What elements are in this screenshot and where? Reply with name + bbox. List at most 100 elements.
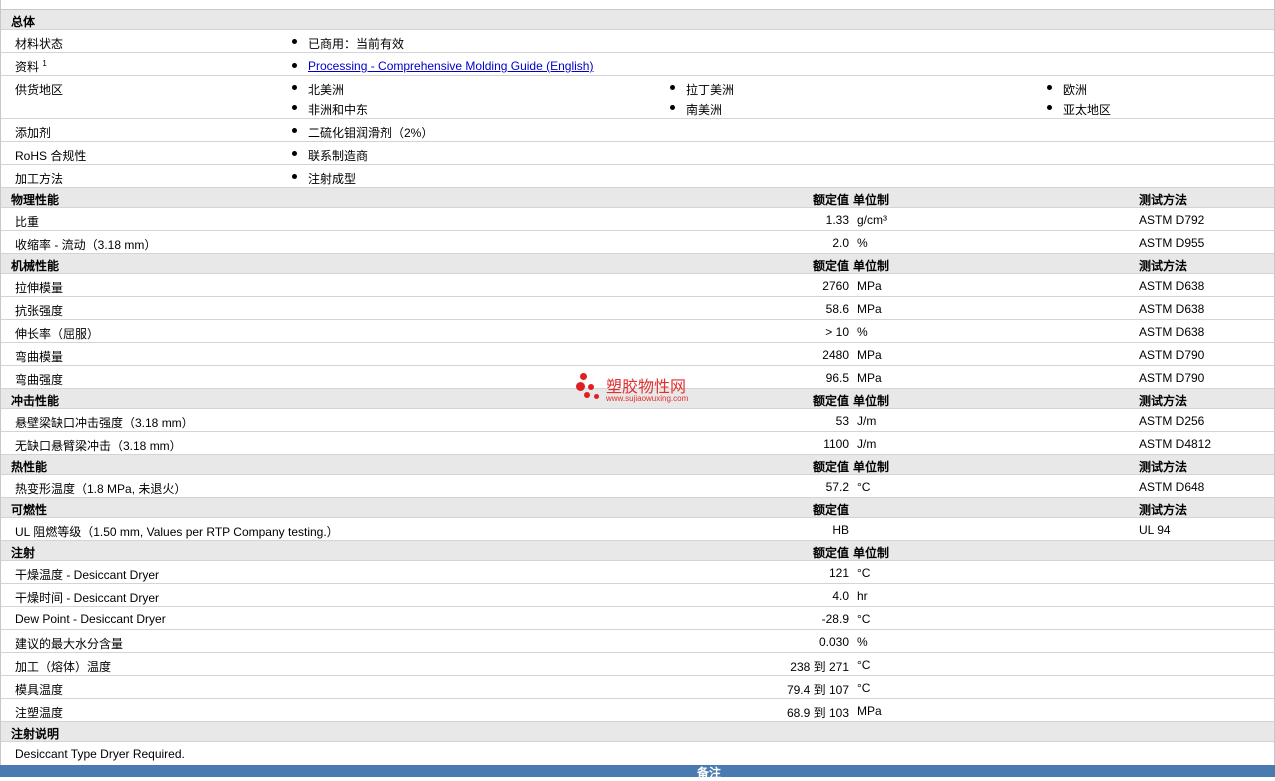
property-value: 1100 (823, 437, 849, 451)
section-flammability-header: 可燃性 额定值 测试方法 (1, 498, 1274, 518)
property-label: 拉伸模量 (15, 281, 64, 295)
property-label: UL 阻燃等级（1.50 mm, Values per RTP Company … (15, 525, 339, 539)
property-row: 悬壁梁缺口冲击强度（3.18 mm） 53 J/m ASTM D256 (1, 409, 1274, 432)
property-label: 热变形温度（1.8 MPa, 未退火） (15, 482, 187, 496)
logo-dot-icon (576, 382, 585, 391)
section-title: 注射说明 (11, 727, 60, 741)
property-label: 注塑温度 (15, 706, 64, 720)
property-label: 干燥温度 - Desiccant Dryer (15, 568, 160, 582)
logo-dot-icon (584, 392, 590, 398)
property-label: 悬壁梁缺口冲击强度（3.18 mm） (15, 416, 194, 430)
property-unit: °C (857, 566, 871, 580)
logo-dot-icon (594, 394, 599, 399)
property-row: 拉伸模量 2760 MPa ASTM D638 (1, 274, 1274, 297)
row-label: 材料状态 (15, 37, 64, 51)
property-label: 建议的最大水分含量 (15, 637, 124, 651)
region-item: 拉丁美洲 (686, 83, 735, 97)
row-value: 已商用：当前有效 (308, 37, 405, 51)
property-row: 热变形温度（1.8 MPa, 未退火） 57.2 °C ASTM D648 (1, 475, 1274, 498)
section-injection-notes-header: 注射说明 (1, 722, 1274, 742)
row-regions: 供货地区 北美洲 拉丁美洲 欧洲 非洲和中东 南美洲 亚太地区 (1, 76, 1274, 119)
property-row: 收缩率 - 流动（3.18 mm） 2.0 % ASTM D955 (1, 231, 1274, 254)
property-value: 79.4 到 107 (786, 683, 849, 697)
property-row: 弯曲模量 2480 MPa ASTM D790 (1, 343, 1274, 366)
property-label: 模具温度 (15, 683, 64, 697)
bullet-icon (670, 85, 675, 90)
property-unit: % (857, 325, 868, 339)
logo-dot-icon (580, 373, 587, 380)
header-test: 测试方法 (1139, 259, 1188, 273)
section-title: 机械性能 (11, 259, 60, 273)
property-value: -28.9 (821, 612, 849, 626)
property-label: 收缩率 - 流动（3.18 mm） (15, 238, 157, 252)
row-label: RoHS 合规性 (15, 149, 87, 163)
property-label: 弯曲模量 (15, 350, 64, 364)
section-title: 冲击性能 (11, 394, 60, 408)
property-value: HB (832, 523, 849, 537)
property-label: 比重 (15, 215, 40, 229)
property-value: > 10 (825, 325, 849, 339)
row-material-status: 材料状态 已商用：当前有效 (1, 30, 1274, 53)
row-label: 添加剂 (15, 126, 52, 140)
property-label: 加工（熔体）温度 (15, 660, 112, 674)
header-unit: 单位制 (853, 460, 890, 474)
header-test: 测试方法 (1139, 460, 1188, 474)
header-nominal: 额定值 (812, 546, 849, 560)
row-rohs: RoHS 合规性 联系制造商 (1, 142, 1274, 165)
property-test: ASTM D256 (1139, 414, 1205, 428)
section-title: 热性能 (11, 460, 48, 474)
footnote-marker: 1 (42, 59, 47, 68)
property-unit: hr (857, 589, 868, 603)
header-unit: 单位制 (853, 259, 890, 273)
bullet-icon (292, 105, 297, 110)
property-test: ASTM D790 (1139, 348, 1205, 362)
header-nominal: 额定值 (812, 193, 849, 207)
top-border (1, 0, 1274, 10)
property-row: 建议的最大水分含量 0.030 % (1, 630, 1274, 653)
property-unit: °C (857, 480, 871, 494)
row-documents: 资料 1 Processing - Comprehensive Molding … (1, 53, 1274, 76)
property-label: 无缺口悬臂梁冲击（3.18 mm） (15, 439, 182, 453)
property-value: 2.0 (832, 236, 849, 250)
property-test: ASTM D638 (1139, 279, 1205, 293)
header-nominal: 额定值 (812, 503, 849, 517)
header-unit: 单位制 (853, 546, 890, 560)
header-nominal: 额定值 (812, 394, 849, 408)
header-unit: 单位制 (853, 394, 890, 408)
header-test: 测试方法 (1139, 193, 1188, 207)
property-label: Dew Point - Desiccant Dryer (15, 612, 166, 626)
property-value: 96.5 (825, 371, 849, 385)
property-unit: °C (857, 612, 871, 626)
property-value: 4.0 (832, 589, 849, 603)
injection-notes-row: Desiccant Type Dryer Required. (1, 742, 1274, 765)
section-title: 注射 (11, 546, 36, 560)
property-row: 注塑温度 68.9 到 103 MPa (1, 699, 1274, 722)
bullet-icon (1047, 105, 1052, 110)
property-label: 抗张强度 (15, 304, 64, 318)
region-item: 南美洲 (686, 103, 723, 117)
section-title: 可燃性 (11, 503, 48, 517)
row-additive: 添加剂 二硫化钼润滑剂（2%） (1, 119, 1274, 142)
property-unit: MPa (857, 279, 882, 293)
property-row: 无缺口悬臂梁冲击（3.18 mm） 1100 J/m ASTM D4812 (1, 432, 1274, 455)
header-nominal: 额定值 (812, 259, 849, 273)
header-unit: 单位制 (853, 193, 890, 207)
row-label: 供货地区 (15, 83, 64, 97)
processing-guide-link[interactable]: Processing - Comprehensive Molding Guide… (308, 59, 593, 73)
property-label: 弯曲强度 (15, 373, 64, 387)
section-thermal-header: 热性能 额定值 单位制 测试方法 (1, 455, 1274, 475)
property-unit: °C (857, 681, 871, 695)
property-test: ASTM D955 (1139, 236, 1205, 250)
property-value: 121 (828, 566, 849, 580)
property-test: UL 94 (1139, 523, 1171, 537)
property-unit: MPa (857, 371, 882, 385)
property-value: 2480 (822, 348, 849, 362)
row-label: 资料 1 (15, 59, 47, 74)
header-test: 测试方法 (1139, 503, 1188, 517)
row-value: 联系制造商 (308, 149, 369, 163)
bullet-icon (292, 39, 297, 44)
watermark-logo: 塑胶物性网 www.sujiaowuxing.com (576, 372, 706, 406)
property-unit: % (857, 236, 868, 250)
property-test: ASTM D648 (1139, 480, 1205, 494)
row-value: 注射成型 (308, 172, 357, 186)
